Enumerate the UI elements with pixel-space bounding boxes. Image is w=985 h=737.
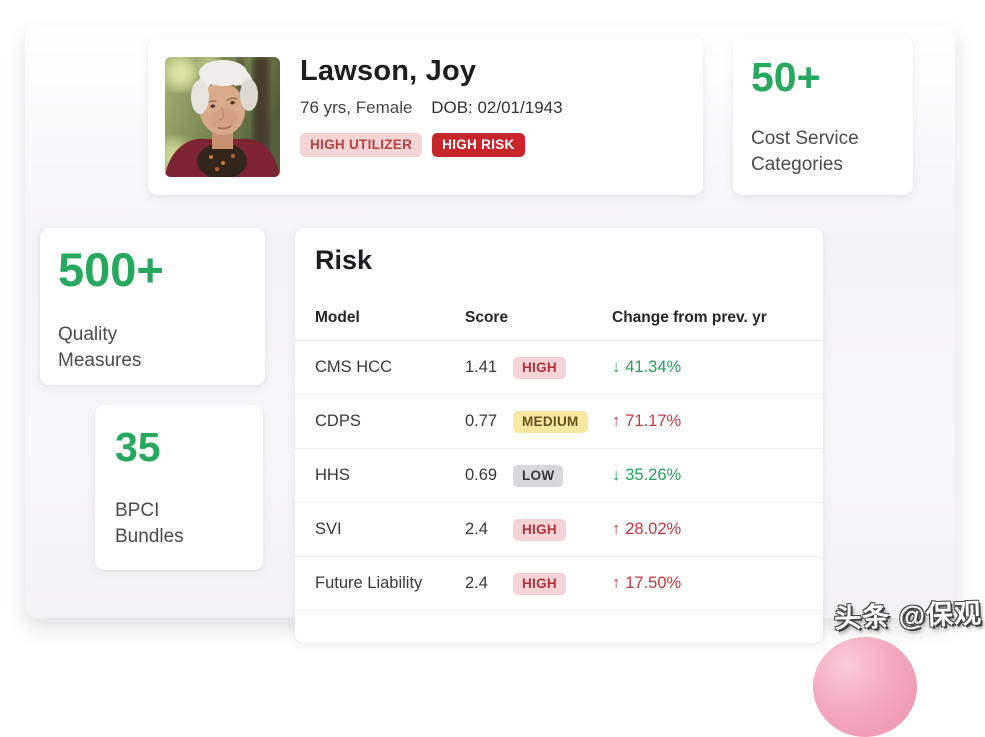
pink-decorative-blob xyxy=(813,637,917,737)
model-cell: HHS xyxy=(315,466,350,484)
change-value: 28.02% xyxy=(625,520,682,538)
change-arrow-icon: ↑ xyxy=(612,520,621,538)
patient-photo xyxy=(165,57,280,177)
cost-service-count: 50+ xyxy=(751,54,821,100)
patient-age: 76 yrs, xyxy=(300,98,352,117)
score-cell: 2.4 xyxy=(465,520,488,538)
change-cell: ↓ 35.26% xyxy=(612,466,813,485)
change-arrow-icon: ↓ xyxy=(612,466,621,484)
cost-service-label: Cost Service Categories xyxy=(751,128,859,176)
quality-measures-label: Quality Measures xyxy=(58,324,142,372)
quality-measures-card[interactable]: 500+ Quality Measures xyxy=(40,228,265,385)
change-arrow-icon: ↑ xyxy=(612,574,621,592)
risk-title: Risk xyxy=(315,245,373,275)
patient-name: Lawson, Joy xyxy=(300,55,477,87)
table-row[interactable]: CMS HCC 1.41 HIGH ↓ 41.34% xyxy=(295,341,823,395)
risk-table-header: Model Score Change from prev. yr xyxy=(295,276,823,341)
risk-level-badge: MEDIUM xyxy=(513,410,588,433)
risk-level-badge: HIGH xyxy=(513,572,566,595)
score-cell: 0.77 xyxy=(465,412,498,430)
change-cell: ↓ 41.34% xyxy=(612,358,813,377)
column-model: Model xyxy=(315,309,360,326)
bpci-bundles-label: BPCI Bundles xyxy=(115,500,184,548)
change-arrow-icon: ↑ xyxy=(612,412,621,430)
risk-level-badge: LOW xyxy=(513,464,564,487)
cost-service-categories-card[interactable]: 50+ Cost Service Categories xyxy=(733,37,913,195)
high-risk-badge: HIGH RISK xyxy=(432,133,525,157)
quality-measures-count: 500+ xyxy=(58,243,164,296)
patient-info: Lawson, Joy 76 yrs, Female DOB: 02/01/19… xyxy=(300,55,689,157)
patient-dob: DOB: 02/01/1943 xyxy=(431,98,563,117)
change-cell: ↑ 28.02% xyxy=(612,520,813,539)
score-cell: 2.4 xyxy=(465,574,488,592)
risk-table-body: CMS HCC 1.41 HIGH ↓ 41.34% CDPS 0.77 MEDI… xyxy=(295,341,823,611)
page: { "patient": { "name": "Lawson, Joy", "a… xyxy=(0,0,985,737)
column-change: Change from prev. yr xyxy=(612,309,767,326)
bpci-bundles-count: 35 xyxy=(115,424,161,470)
change-value: 35.26% xyxy=(625,466,682,484)
patient-sex: Female xyxy=(355,98,413,117)
patient-meta: 76 yrs, Female DOB: 02/01/1943 xyxy=(300,98,689,118)
table-row[interactable]: SVI 2.4 HIGH ↑ 28.02% xyxy=(295,503,823,557)
change-value: 17.50% xyxy=(625,574,682,592)
model-cell: SVI xyxy=(315,520,342,538)
score-cell: 1.41 xyxy=(465,358,498,376)
patient-badges: HIGH UTILIZER HIGH RISK xyxy=(300,133,689,157)
patient-card[interactable]: Lawson, Joy 76 yrs, Female DOB: 02/01/19… xyxy=(148,37,703,195)
patient-photo-illustration xyxy=(165,57,280,177)
table-row[interactable]: HHS 0.69 LOW ↓ 35.26% xyxy=(295,449,823,503)
model-cell: Future Liability xyxy=(315,574,423,592)
change-arrow-icon: ↓ xyxy=(612,358,621,376)
change-value: 41.34% xyxy=(625,358,682,376)
change-cell: ↑ 71.17% xyxy=(612,412,813,431)
table-row[interactable]: Future Liability 2.4 HIGH ↑ 17.50% xyxy=(295,557,823,611)
change-value: 71.17% xyxy=(625,412,682,430)
change-cell: ↑ 17.50% xyxy=(612,574,813,593)
column-score: Score xyxy=(465,309,509,326)
score-cell: 0.69 xyxy=(465,466,498,484)
high-utilizer-badge: HIGH UTILIZER xyxy=(300,133,423,157)
risk-level-badge: HIGH xyxy=(513,518,566,541)
risk-card: Risk Model Score Change from prev. yr CM… xyxy=(295,228,823,643)
model-cell: CDPS xyxy=(315,412,361,430)
dashboard-panel: Lawson, Joy 76 yrs, Female DOB: 02/01/19… xyxy=(25,25,955,737)
watermark: 头条 @保观 xyxy=(833,598,983,634)
risk-level-badge: HIGH xyxy=(513,356,566,379)
model-cell: CMS HCC xyxy=(315,358,392,376)
table-row[interactable]: CDPS 0.77 MEDIUM ↑ 71.17% xyxy=(295,395,823,449)
bpci-bundles-card[interactable]: 35 BPCI Bundles xyxy=(95,405,263,570)
